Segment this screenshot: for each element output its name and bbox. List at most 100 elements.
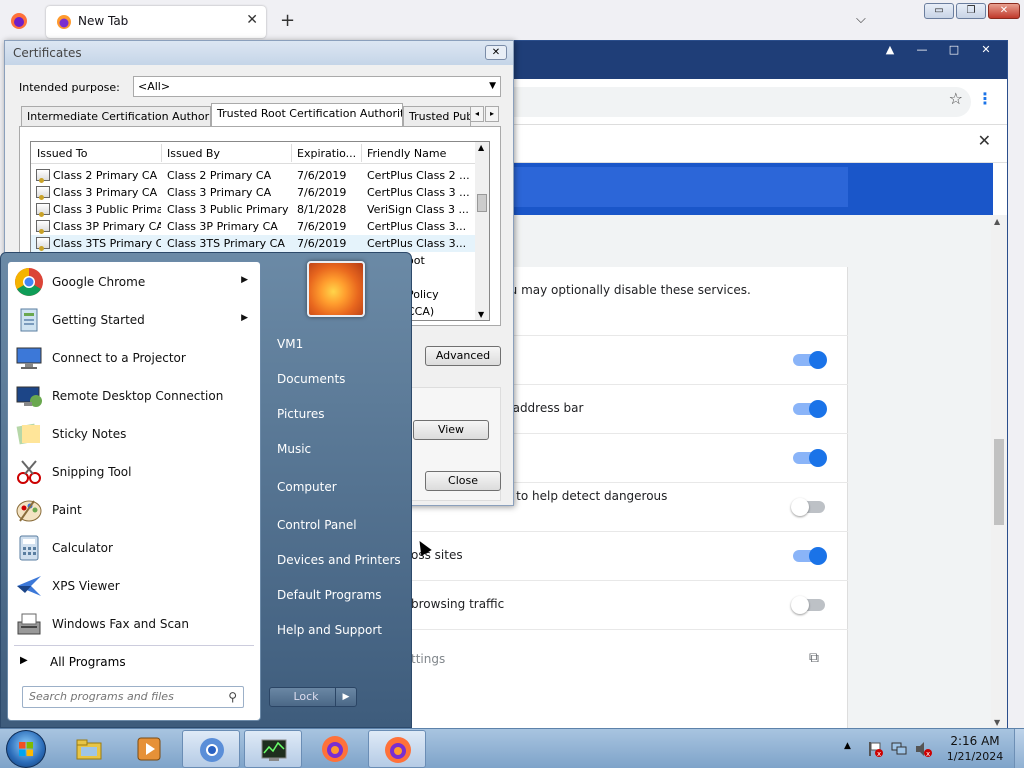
chrome-menu-icon[interactable]: ⋮ [977,89,993,108]
table-row[interactable]: Class 3 Primary CA Class 3 Primary CA 7/… [31,184,477,201]
program-paint[interactable]: Paint [8,492,260,528]
profile-icon[interactable]: ▲ [877,43,903,57]
setting-toggle[interactable] [791,498,825,516]
taskbar-media-player[interactable] [120,730,178,768]
settings-search-box[interactable] [514,167,848,207]
start-link-control-panel[interactable]: Control Panel [277,518,357,532]
clock-date[interactable]: 1/21/2024 [940,750,1010,763]
table-row[interactable]: Class 3P Primary CA Class 3P Primary CA … [31,218,477,235]
taskbar-explorer[interactable] [60,730,118,768]
program-xps-viewer[interactable]: XPS Viewer [8,568,260,604]
program-label: Paint [52,503,82,517]
program-windows-fax-scan[interactable]: Windows Fax and Scan [8,606,260,642]
column-issued-by[interactable]: Issued By [167,147,220,160]
taskbar-firefox[interactable] [306,730,364,768]
dialog-close-icon[interactable]: ✕ [485,45,507,60]
list-scroll-up-icon[interactable]: ▲ [478,143,484,152]
dialog-titlebar: Certificates ✕ [5,41,513,65]
taskbar-task-manager[interactable] [244,730,302,768]
program-connect-to-projector[interactable]: Connect to a Projector [8,340,260,376]
header-close-icon[interactable]: ✕ [978,131,991,150]
program-snipping-tool[interactable]: Snipping Tool [8,454,260,490]
list-scroll-thumb[interactable] [477,194,487,212]
table-row[interactable]: Class 2 Primary CA Class 2 Primary CA 7/… [31,167,477,184]
chrome-scrollbar[interactable]: ▲ ▼ [991,215,1007,729]
program-remote-desktop[interactable]: Remote Desktop Connection [8,378,260,414]
firefox-menu-icon[interactable] [10,12,28,30]
search-input[interactable] [29,690,215,703]
start-button[interactable] [6,730,46,768]
action-center-flag-icon[interactable]: x [866,740,884,758]
cell-issued-by: Class 3 Primary CA [167,186,272,199]
cell-issued-to: Class 3P Primary CA [53,220,161,233]
address-bar[interactable] [451,87,971,117]
network-icon[interactable] [890,740,908,758]
user-picture[interactable] [307,261,365,317]
tab-close-icon[interactable]: ✕ [246,12,258,28]
start-link-devices-printers[interactable]: Devices and Printers [277,553,401,567]
lock-button[interactable]: Lock [269,687,343,707]
external-link-icon[interactable]: ⧉ [809,650,819,666]
table-row[interactable]: Class 3 Public Prima... Class 3 Public P… [31,201,477,218]
list-all-tabs-icon[interactable]: ⌵ [856,12,866,27]
start-link-documents[interactable]: Documents [277,372,345,386]
fax-scan-icon [17,613,41,635]
show-hidden-icons-icon[interactable]: ▲ [844,741,851,751]
getting-started-icon [20,308,38,332]
tab-trusted-root-ca[interactable]: Trusted Root Certification Authorities [211,103,403,127]
tab-scroll-left-icon[interactable]: ◂ [470,106,484,122]
close-window-button[interactable]: ✕ [988,3,1020,19]
chrome-minimize-button[interactable]: — [909,43,935,57]
program-getting-started[interactable]: Getting Started ▶ [8,302,260,338]
search-icon[interactable]: ⚲ [228,690,237,704]
new-tab-button[interactable]: + [280,10,295,31]
clock-time[interactable]: 2:16 AM [940,734,1010,748]
program-sticky-notes[interactable]: Sticky Notes [8,416,260,452]
restore-button[interactable]: ❐ [956,3,986,19]
view-button[interactable]: View [413,420,489,440]
program-calculator[interactable]: Calculator [8,530,260,566]
chrome-icon [200,738,224,762]
program-google-chrome[interactable]: Google Chrome ▶ [8,264,260,300]
column-expiration[interactable]: Expiratio... [297,147,356,160]
list-scroll-down-icon[interactable]: ▼ [478,310,484,319]
setting-toggle[interactable] [791,596,825,614]
intended-purpose-select[interactable]: <All> ▼ [133,76,501,97]
table-row-selected[interactable]: Class 3TS Primary CA Class 3TS Primary C… [31,235,477,252]
start-link-user[interactable]: VM1 [277,337,303,351]
bookmark-star-icon[interactable]: ☆ [949,89,963,108]
start-link-computer[interactable]: Computer [277,480,337,494]
shutdown-options-arrow-icon[interactable]: ▶ [335,687,357,707]
scroll-thumb[interactable] [994,439,1004,525]
start-link-pictures[interactable]: Pictures [277,407,325,421]
start-link-help-support[interactable]: Help and Support [277,623,382,637]
all-programs-button[interactable]: ▶ All Programs [8,650,260,674]
tab-new-tab[interactable]: New Tab ✕ [46,6,266,38]
start-search-box[interactable]: ⚲ [22,686,244,708]
setting-toggle[interactable] [793,449,827,467]
advanced-button[interactable]: Advanced [425,346,501,366]
volume-muted-icon[interactable]: x [914,740,932,758]
tab-scroll-right-icon[interactable]: ▸ [485,106,499,122]
scroll-up-icon[interactable]: ▲ [994,217,1000,226]
chrome-close-button[interactable]: ✕ [973,43,999,57]
setting-toggle[interactable] [793,547,827,565]
setting-toggle[interactable] [793,400,827,418]
minimize-button[interactable]: ▭ [924,3,954,19]
close-button[interactable]: Close [425,471,501,491]
tab-trusted-publishers[interactable]: Trusted Publi [403,106,471,126]
taskbar-firefox-active[interactable] [368,730,426,768]
cell-issued-by: Class 2 Primary CA [167,169,272,182]
column-friendly-name[interactable]: Friendly Name [367,147,446,160]
tab-intermediate-ca[interactable]: Intermediate Certification Authorities [21,106,211,126]
chrome-maximize-button[interactable]: □ [941,43,967,57]
start-link-default-programs[interactable]: Default Programs [277,588,382,602]
column-issued-to[interactable]: Issued To [37,147,88,160]
remote-desktop-icon [16,386,42,407]
start-link-music[interactable]: Music [277,442,311,456]
setting-toggle[interactable] [793,351,827,369]
scroll-down-icon[interactable]: ▼ [994,718,1000,727]
list-scrollbar[interactable]: ▲ ▼ [475,142,489,320]
show-desktop-button[interactable] [1014,729,1024,768]
taskbar-chrome[interactable] [182,730,240,768]
